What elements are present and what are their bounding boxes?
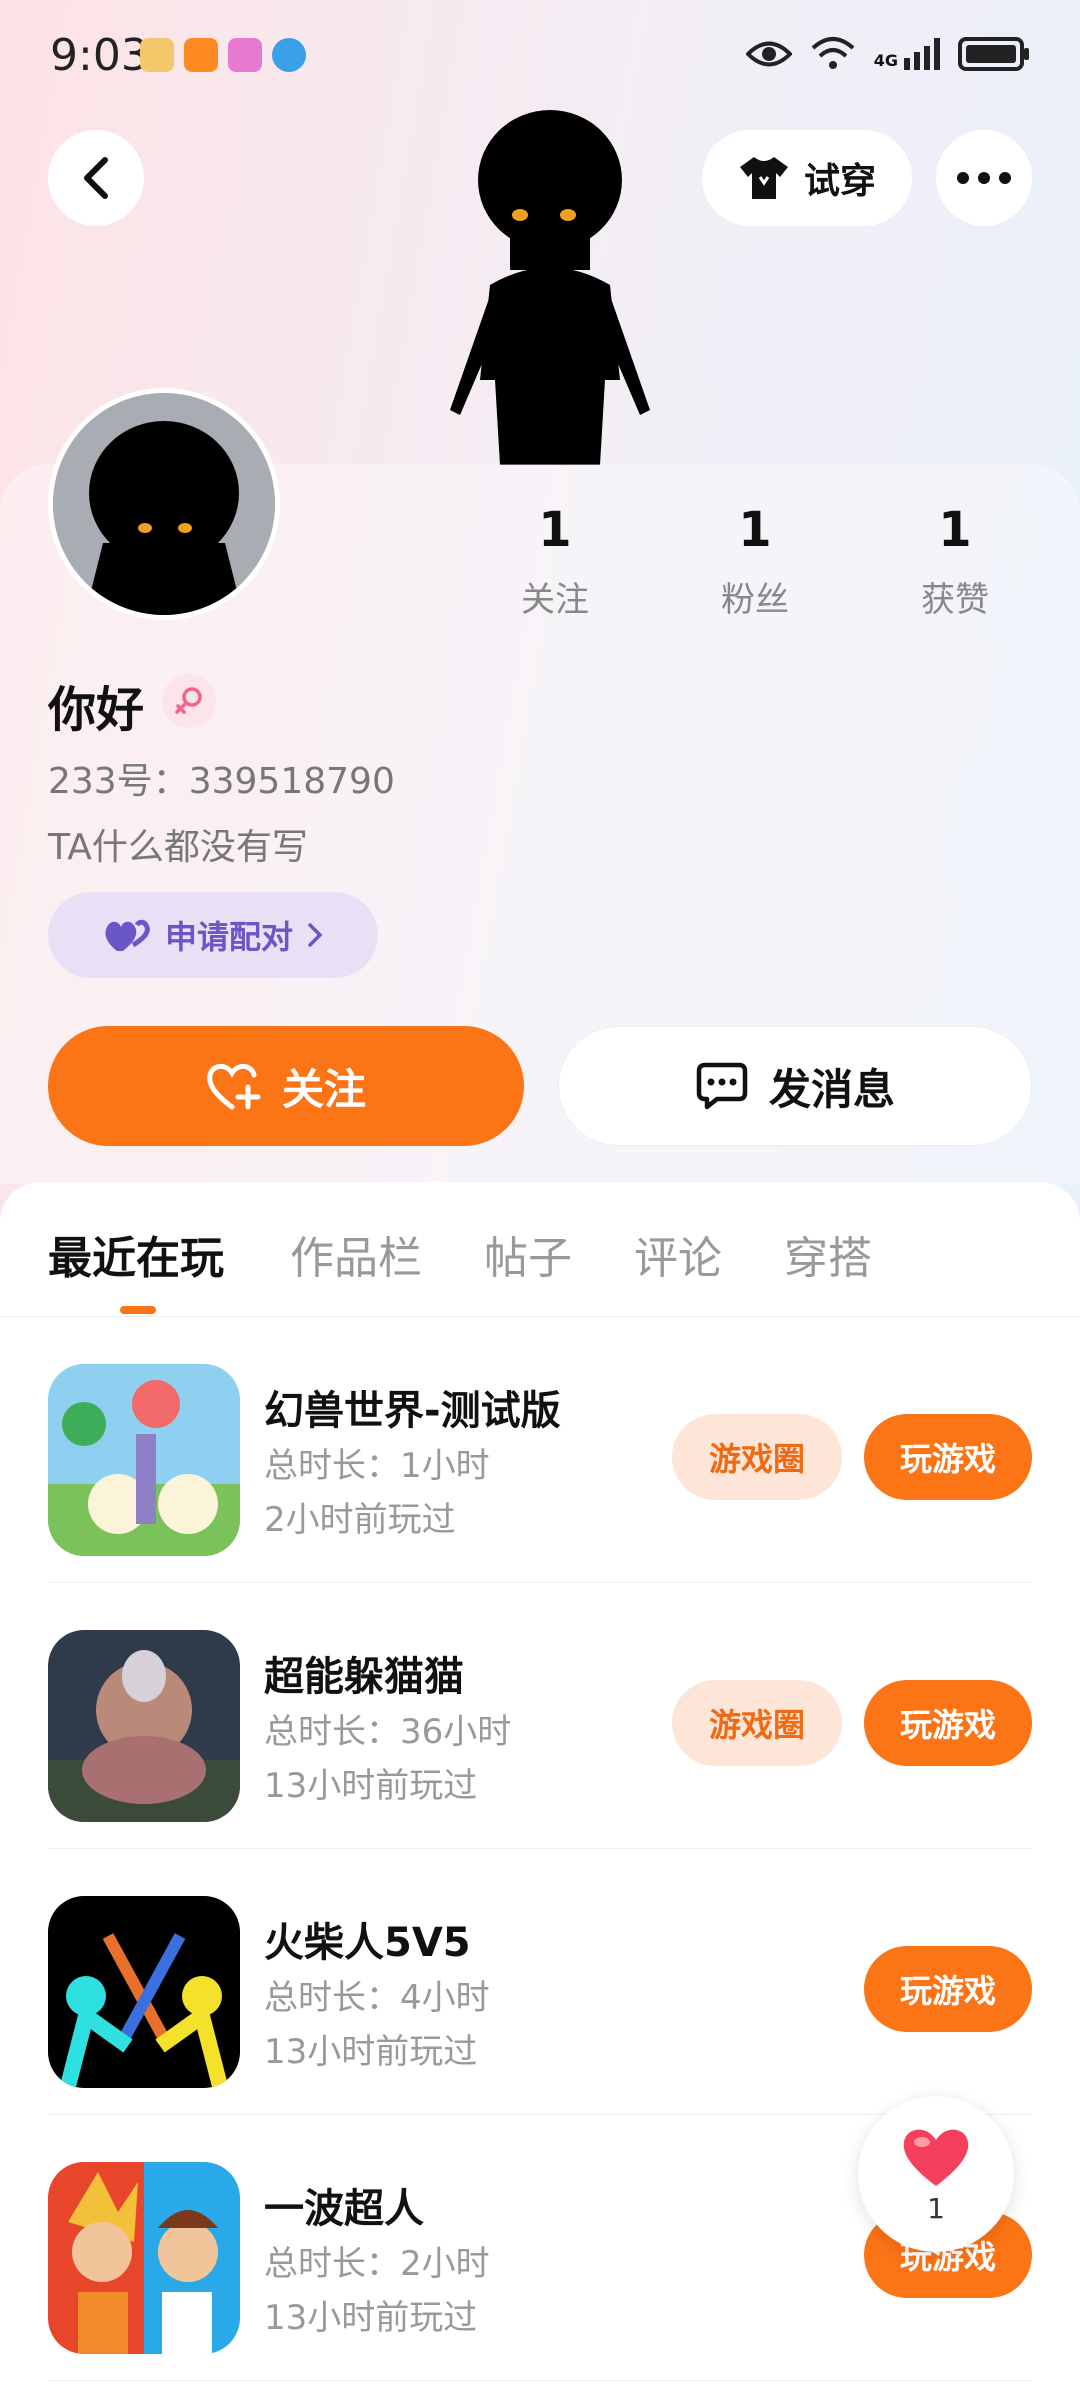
game-row[interactable]: 超能躲猫猫 总时长：36小时 13小时前玩过 游戏圈 玩游戏 bbox=[48, 1582, 1032, 1849]
status-bar: 9:03 4G bbox=[0, 0, 1080, 110]
tryon-label: 试穿 bbox=[803, 161, 876, 202]
stat-followers[interactable]: 1 粉丝 bbox=[655, 502, 855, 621]
eye-icon bbox=[745, 41, 792, 67]
game-last-played: 13小时前玩过 bbox=[264, 2298, 478, 2338]
more-button[interactable] bbox=[936, 130, 1032, 226]
app-notification-icon bbox=[272, 38, 306, 72]
chevron-right-icon bbox=[308, 923, 323, 947]
tab-recent[interactable]: 最近在玩 bbox=[48, 1222, 224, 1286]
stat-following[interactable]: 1 关注 bbox=[455, 502, 655, 621]
game-duration: 总时长：4小时 bbox=[264, 1978, 490, 2018]
game-icon bbox=[48, 1630, 240, 1822]
pair-label: 申请配对 bbox=[164, 918, 293, 956]
user-id: 233号：339518790 bbox=[48, 761, 395, 802]
game-duration: 总时长：2小时 bbox=[264, 2244, 490, 2284]
stat-value: 1 bbox=[938, 502, 972, 558]
message-button[interactable]: 发消息 bbox=[558, 1026, 1032, 1146]
game-title: 幻兽世界-测试版 bbox=[264, 1388, 561, 1434]
game-last-played: 2小时前玩过 bbox=[264, 1500, 456, 1540]
tab-works[interactable]: 作品栏 bbox=[290, 1222, 422, 1286]
game-title: 一波超人 bbox=[264, 2186, 424, 2232]
wifi-icon bbox=[811, 37, 855, 69]
stat-likes[interactable]: 1 获赞 bbox=[855, 502, 1055, 621]
game-icon bbox=[48, 1364, 240, 1556]
stat-value: 1 bbox=[738, 502, 772, 558]
stat-label: 获赞 bbox=[921, 580, 989, 620]
avatar[interactable] bbox=[48, 388, 280, 620]
game-title: 超能躲猫猫 bbox=[264, 1654, 464, 1700]
female-icon bbox=[175, 687, 202, 714]
battery-icon bbox=[958, 37, 1029, 71]
game-title: 火柴人5V5 bbox=[264, 1920, 471, 1966]
follow-label: 关注 bbox=[281, 1064, 366, 1114]
chat-icon bbox=[696, 1062, 748, 1110]
tab-outfits[interactable]: 穿搭 bbox=[784, 1222, 872, 1286]
back-button[interactable] bbox=[48, 130, 144, 226]
tshirt-icon bbox=[739, 157, 788, 199]
heart-add-icon bbox=[207, 1064, 261, 1110]
avatar-figure bbox=[450, 110, 650, 465]
game-row[interactable]: 火柴人5V5 总时长：4小时 13小时前玩过 玩游戏 bbox=[48, 1848, 1032, 2115]
profile-stats: 1 关注 1 粉丝 1 获赞 bbox=[455, 502, 1055, 621]
stat-value: 1 bbox=[538, 502, 572, 558]
avatar-image bbox=[53, 393, 275, 615]
app-notification-icon bbox=[184, 38, 218, 72]
game-circle-button[interactable]: 游戏圈 bbox=[672, 1680, 842, 1766]
pair-request-button[interactable]: 申请配对 bbox=[48, 892, 378, 978]
follow-button[interactable]: 关注 bbox=[48, 1026, 524, 1146]
app-notification-icon bbox=[140, 38, 174, 72]
game-row[interactable]: 幻兽世界-测试版 总时长：1小时 2小时前玩过 游戏圈 玩游戏 bbox=[48, 1316, 1032, 1583]
tryon-button[interactable]: 试穿 bbox=[702, 130, 912, 226]
like-float-button[interactable]: 1 bbox=[858, 2096, 1014, 2252]
gender-badge bbox=[162, 674, 216, 728]
tab-indicator bbox=[120, 1306, 156, 1314]
stat-label: 粉丝 bbox=[721, 580, 789, 620]
game-circle-button[interactable]: 游戏圈 bbox=[672, 1414, 842, 1500]
play-game-button[interactable]: 玩游戏 bbox=[864, 1946, 1032, 2032]
game-icon bbox=[48, 2162, 240, 2354]
tab-bar: 最近在玩 作品栏 帖子 评论 穿搭 bbox=[0, 1182, 1080, 1317]
game-last-played: 13小时前玩过 bbox=[264, 2032, 478, 2072]
game-icon bbox=[48, 1896, 240, 2088]
tab-comments[interactable]: 评论 bbox=[634, 1222, 722, 1286]
username: 你好 bbox=[48, 682, 145, 738]
network-type: 4G bbox=[873, 51, 898, 70]
heart-icon bbox=[903, 2129, 969, 2186]
game-last-played: 13小时前玩过 bbox=[264, 1766, 478, 1806]
game-duration: 总时长：36小时 bbox=[264, 1712, 512, 1752]
play-game-button[interactable]: 玩游戏 bbox=[864, 1414, 1032, 1500]
bio: TA什么都没有写 bbox=[48, 827, 308, 868]
signal-icon: 4G bbox=[874, 38, 940, 70]
status-time: 9:03 bbox=[50, 30, 149, 81]
hearts-icon bbox=[105, 919, 150, 951]
notification-icons bbox=[140, 38, 306, 72]
play-game-button[interactable]: 玩游戏 bbox=[864, 1680, 1032, 1766]
system-status: 4G bbox=[745, 36, 1030, 72]
app-notification-icon bbox=[228, 38, 262, 72]
more-icon bbox=[957, 172, 1011, 184]
tab-posts[interactable]: 帖子 bbox=[484, 1222, 572, 1286]
like-count: 1 bbox=[927, 2191, 945, 2225]
message-label: 发消息 bbox=[768, 1064, 895, 1114]
stat-label: 关注 bbox=[521, 580, 589, 620]
game-duration: 总时长：1小时 bbox=[264, 1446, 490, 1486]
chevron-left-icon bbox=[84, 157, 108, 199]
